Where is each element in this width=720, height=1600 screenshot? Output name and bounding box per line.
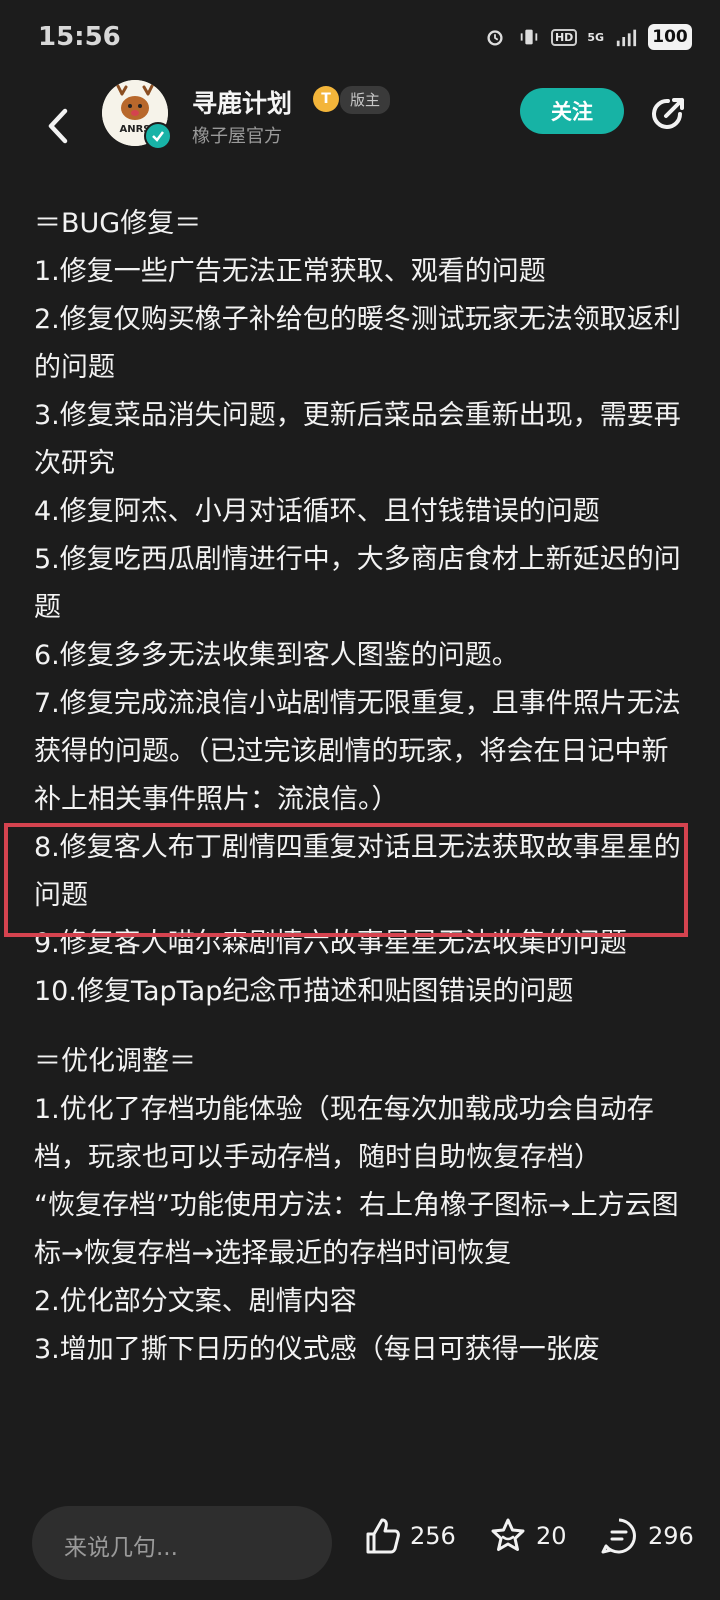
highlight-annotation-box [4,823,688,937]
bottom-action-bar: 来说几句... 256 20 296 [0,1480,720,1600]
list-item: 6.修复多多无法收集到客人图鉴的问题。 [34,640,519,671]
list-item: 3.增加了撕下日历的仪式感（每日可获得一张废 [34,1334,600,1365]
status-bar: 15:56 HD 5G 100 [0,0,720,80]
list-item: 1.优化了存档功能体验（现在每次加载成功会自动存档，玩家也可以手动存档，随时自助… [34,1094,654,1173]
status-time: 15:56 [38,22,121,52]
level-badge: T [313,86,339,112]
follow-button[interactable]: 关注 [520,88,624,134]
list-item: “恢复存档”功能使用方法：右上角橡子图标→上方云图标→恢复存档→选择最近的存档时… [34,1190,679,1269]
list-item: 3.修复菜品消失问题，更新后菜品会重新出现，需要再次研究 [34,400,681,479]
share-button[interactable] [646,92,690,136]
network-5g: 5G [587,30,604,44]
chevron-left-icon [48,108,68,144]
back-button[interactable] [36,94,80,158]
author-subtitle: 橡子屋官方 [192,126,282,147]
comment-input[interactable]: 来说几句... [32,1506,332,1580]
list-item: 4.修复阿杰、小月对话循环、且付钱错误的问题 [34,496,600,527]
comment-bubble-icon [601,1518,636,1554]
list-item: 2.修复仅购买橡子补给包的暖冬测试玩家无法领取返利的问题 [34,304,681,383]
list-item: 7.修复完成流浪信小站剧情无限重复，且事件照片无法获得的问题。（已过完该剧情的玩… [34,688,681,815]
alarm-icon [487,30,503,46]
author-name[interactable]: 寻鹿计划 [192,84,292,120]
signal-icon [616,29,637,47]
post-content: ＝BUG修复＝ 1.修复一些广告无法正常获取、观看的问题 2.修复仅购买橡子补给… [34,200,694,1374]
comment-count: 296 [648,1522,694,1550]
status-icons: HD 5G 100 [483,24,692,50]
like-button[interactable]: 256 [362,1514,456,1558]
list-item: 2.优化部分文案、剧情内容 [34,1286,357,1317]
favorite-button[interactable]: 20 [488,1514,567,1558]
list-item: 5.修复吃西瓜剧情进行中，大多商店食材上新延迟的问题 [34,544,681,623]
like-count: 256 [410,1522,456,1550]
list-item: 10.修复TapTap纪念币描述和贴图错误的问题 [34,976,574,1007]
battery-icon: 100 [648,24,692,50]
moderator-badge: 版主 [340,86,391,114]
thumbs-up-icon [366,1518,400,1554]
hd-indicator: HD [550,28,578,46]
verified-icon [144,122,172,150]
star-icon [491,1518,525,1551]
comment-placeholder: 来说几句... [64,1535,178,1561]
optimization-section-title: ＝优化调整＝ [34,1046,196,1077]
share-icon [652,98,684,129]
favorite-count: 20 [536,1522,567,1550]
comment-button[interactable]: 296 [598,1514,694,1558]
list-item: 1.修复一些广告无法正常获取、观看的问题 [34,256,546,287]
vibrate-icon [520,29,538,45]
bug-section-title: ＝BUG修复＝ [34,208,202,239]
post-header: ANRS 寻鹿计划 T 版主 橡子屋官方 关注 [0,80,720,190]
